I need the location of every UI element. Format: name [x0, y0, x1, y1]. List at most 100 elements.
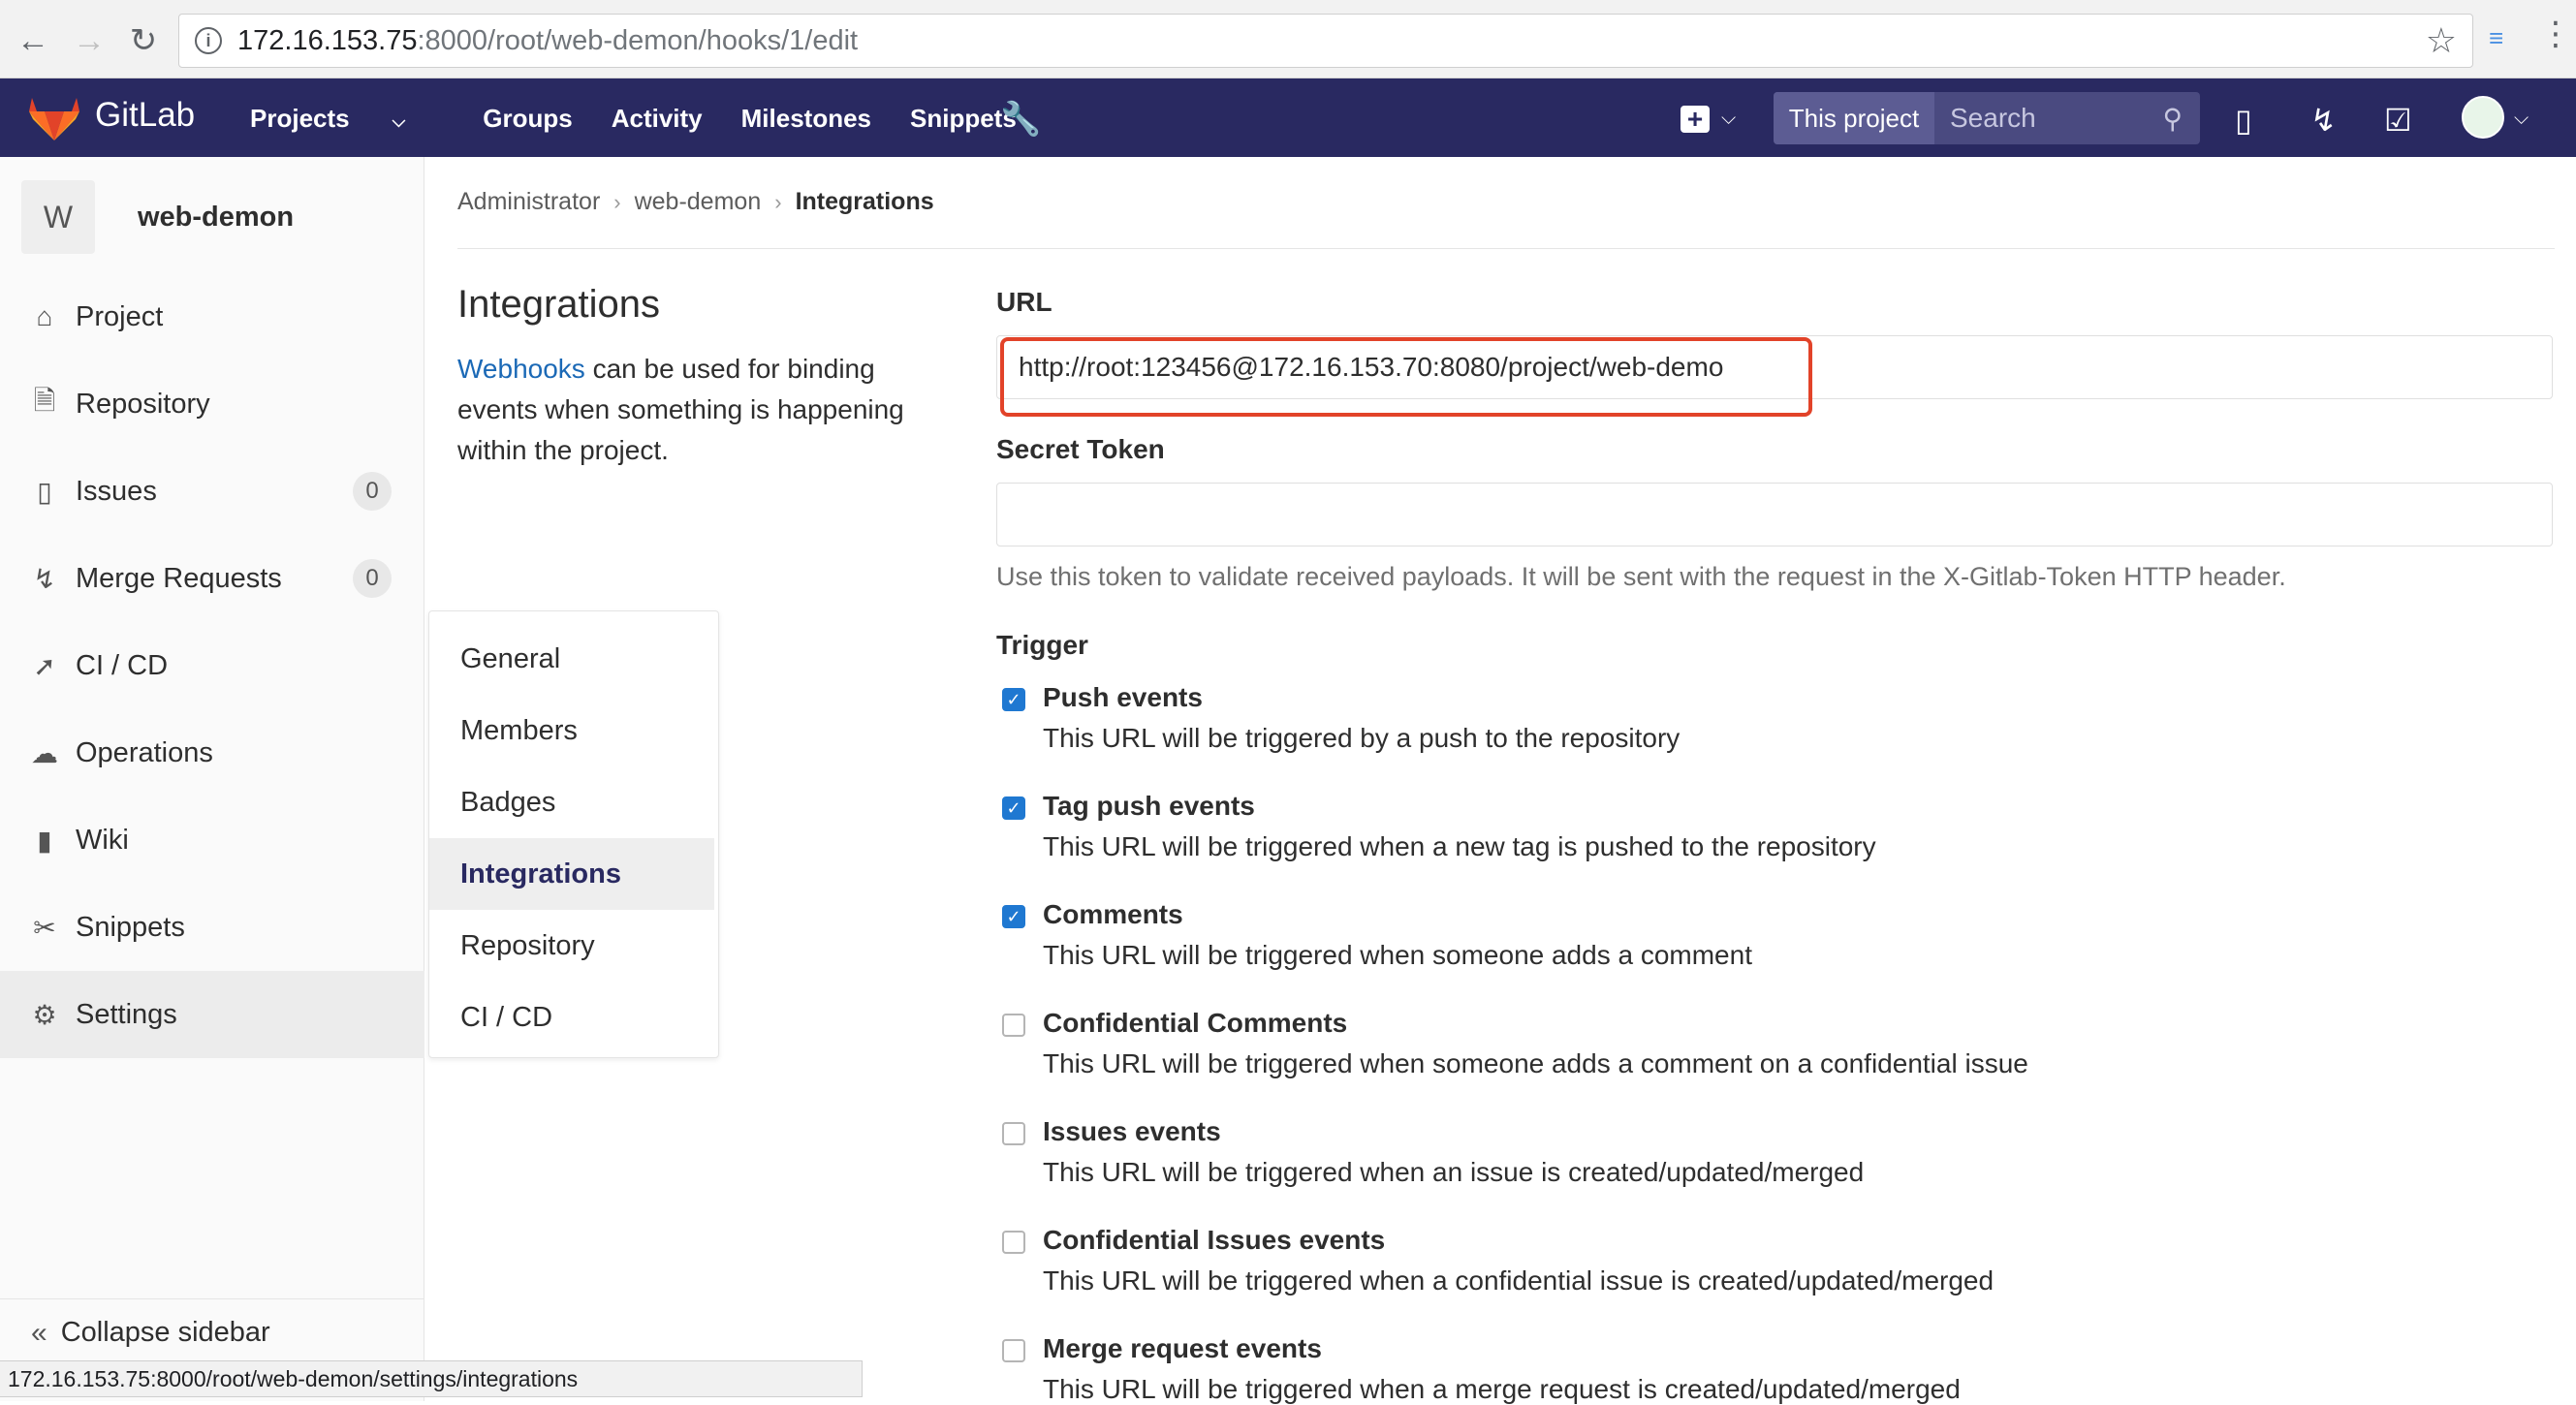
merge-requests-header-icon[interactable]: ↯: [2310, 102, 2337, 139]
trigger-name[interactable]: Push events: [1043, 682, 1203, 713]
gitlab-brand[interactable]: GitLab: [95, 96, 195, 135]
repository-icon: 🗎: [33, 386, 56, 416]
sidebar-item-ci-cd[interactable]: ➚ CI / CD: [0, 622, 424, 709]
page-description: Webhooks can be used for binding events …: [457, 349, 961, 471]
trigger-description: This URL will be triggered when someone …: [1043, 940, 1752, 970]
trigger-name[interactable]: Confidential Comments: [1043, 1008, 1347, 1039]
sidebar-item-wiki[interactable]: ▮ Wiki: [0, 796, 424, 884]
sidebar-item-label: Repository: [76, 388, 210, 420]
new-item-plus-icon[interactable]: +: [1681, 106, 1710, 133]
collapse-sidebar-label: Collapse sidebar: [60, 1317, 270, 1348]
sidebar-item-settings[interactable]: ⚙ Settings: [0, 971, 424, 1058]
flyout-item-general[interactable]: General: [429, 623, 718, 695]
search-box[interactable]: This project Search ⚲: [1774, 92, 2200, 144]
sidebar-item-label: Issues: [76, 475, 157, 507]
info-icon[interactable]: i: [195, 27, 222, 54]
project-name: web-demon: [138, 201, 295, 233]
merge-request-icon: ↯: [33, 563, 56, 594]
back-icon[interactable]: ←: [14, 21, 52, 60]
confidential-issues-events-checkbox[interactable]: [1002, 1231, 1025, 1254]
nav-groups[interactable]: Groups: [483, 104, 572, 134]
nav-activity[interactable]: Activity: [612, 104, 703, 134]
collapse-sidebar-button[interactable]: « Collapse sidebar: [0, 1298, 424, 1366]
search-scope-badge[interactable]: This project: [1774, 92, 1934, 144]
admin-wrench-icon[interactable]: 🔧: [1000, 100, 1041, 139]
trigger-name[interactable]: Tag push events: [1043, 791, 1255, 822]
sidebar-project-header[interactable]: W web-demon: [21, 180, 294, 254]
trigger-name[interactable]: Merge request events: [1043, 1333, 1322, 1364]
todos-header-icon[interactable]: ☑: [2384, 102, 2412, 139]
tag-push-events-checkbox[interactable]: ✓: [1002, 796, 1025, 820]
issues-header-icon[interactable]: ▯: [2235, 102, 2252, 139]
sidebar-item-label: Merge Requests: [76, 562, 282, 594]
divider: [457, 248, 2555, 249]
sidebar-item-label: Snippets: [76, 911, 185, 943]
address-bar[interactable]: i 172.16.153.75:8000/root/web-demon/hook…: [178, 14, 2473, 68]
flyout-item-ci-cd[interactable]: CI / CD: [429, 982, 718, 1053]
sidebar-item-label: CI / CD: [76, 649, 169, 681]
sidebar-item-snippets[interactable]: ✂ Snippets: [0, 884, 424, 971]
forward-icon[interactable]: →: [70, 21, 109, 60]
flyout-item-members[interactable]: Members: [429, 695, 718, 766]
chevron-down-icon[interactable]: ⌵: [1721, 108, 1736, 130]
gitlab-logo-icon[interactable]: [29, 96, 79, 140]
page-title: Integrations: [457, 283, 661, 326]
settings-flyout-menu: General Members Badges Integrations Repo…: [428, 610, 719, 1058]
book-icon: ▮: [37, 825, 52, 856]
double-chevron-left-icon: «: [31, 1316, 47, 1349]
gear-icon: ⚙: [32, 999, 57, 1030]
sidebar-item-merge-requests[interactable]: ↯ Merge Requests 0: [0, 535, 424, 622]
sidebar-item-operations[interactable]: ☁ Operations: [0, 709, 424, 796]
sidebar-item-label: Settings: [76, 998, 177, 1030]
search-input[interactable]: Search: [1950, 103, 2162, 134]
webhooks-link[interactable]: Webhooks: [457, 354, 585, 384]
chevron-right-icon: ›: [774, 189, 782, 214]
trigger-name[interactable]: Confidential Issues events: [1043, 1225, 1385, 1256]
breadcrumb-current[interactable]: Integrations: [796, 188, 934, 216]
secret-token-help: Use this token to validate received payl…: [996, 562, 2286, 591]
trigger-label: Trigger: [996, 630, 1088, 660]
issues-count-badge: 0: [353, 472, 392, 511]
browser-status-bar: 172.16.153.75:8000/root/web-demon/settin…: [0, 1360, 863, 1397]
project-avatar: W: [21, 180, 95, 254]
cloud-gear-icon: ☁: [31, 737, 58, 768]
breadcrumb-administrator[interactable]: Administrator: [457, 188, 600, 216]
trigger-description: This URL will be triggered when a merge …: [1043, 1374, 1961, 1404]
sidebar-item-project[interactable]: ⌂ Project: [0, 273, 424, 360]
url-label: URL: [996, 287, 1052, 317]
search-icon: ⚲: [2162, 103, 2183, 134]
browser-toolbar: ← → ↻ i 172.16.153.75:8000/root/web-demo…: [0, 0, 2576, 78]
flyout-item-badges[interactable]: Badges: [429, 766, 718, 838]
trigger-description: This URL will be triggered when an issue…: [1043, 1157, 1865, 1187]
home-icon: ⌂: [36, 301, 53, 331]
issues-events-checkbox[interactable]: [1002, 1122, 1025, 1145]
nav-projects[interactable]: Projects ⌵: [250, 104, 444, 134]
nav-milestones[interactable]: Milestones: [741, 104, 871, 134]
breadcrumb-project[interactable]: web-demon: [635, 188, 762, 216]
flyout-item-repository[interactable]: Repository: [429, 910, 718, 982]
comments-checkbox[interactable]: ✓: [1002, 905, 1025, 928]
push-events-checkbox[interactable]: ✓: [1002, 688, 1025, 711]
sidebar-item-label: Wiki: [76, 824, 129, 856]
chevron-down-icon: ⌵: [392, 111, 406, 131]
reload-icon[interactable]: ↻: [124, 21, 163, 60]
merge-request-events-checkbox[interactable]: [1002, 1339, 1025, 1362]
url-path: :8000/root/web-demon/hooks/1/edit: [417, 24, 859, 56]
secret-token-input[interactable]: [996, 483, 2553, 546]
chevron-down-icon[interactable]: ⌵: [2514, 108, 2529, 130]
trigger-name[interactable]: Comments: [1043, 899, 1183, 930]
flyout-item-integrations[interactable]: Integrations: [429, 838, 714, 910]
secret-token-label: Secret Token: [996, 434, 1165, 464]
trigger-description: This URL will be triggered when a confid…: [1043, 1265, 1995, 1296]
trigger-description: This URL will be triggered when a new ta…: [1043, 831, 1876, 861]
bookmark-star-icon[interactable]: ☆: [2426, 20, 2457, 61]
sidebar-item-repository[interactable]: 🗎 Repository: [0, 360, 424, 448]
merge-requests-count-badge: 0: [353, 559, 392, 598]
trigger-name[interactable]: Issues events: [1043, 1116, 1221, 1147]
user-avatar[interactable]: [2462, 96, 2504, 139]
translate-extension-icon[interactable]: ≡: [2489, 23, 2518, 56]
confidential-comments-checkbox[interactable]: [1002, 1014, 1025, 1037]
sidebar-item-issues[interactable]: ▯ Issues 0: [0, 448, 424, 535]
browser-menu-icon[interactable]: ⋮: [2539, 17, 2572, 50]
sidebar-item-label: Project: [76, 300, 164, 332]
